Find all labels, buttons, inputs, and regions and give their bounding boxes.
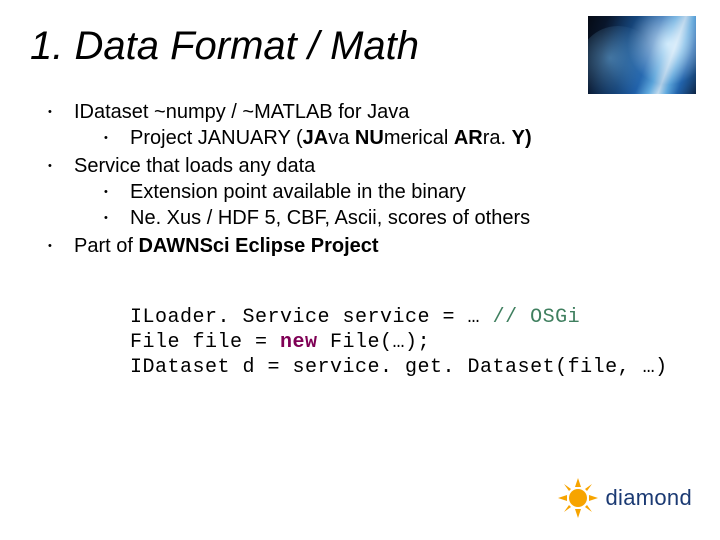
list-item: Service that loads any data Extension po…: [48, 153, 690, 231]
bullet-bold: AR: [454, 127, 483, 149]
slide: 1. Data Format / Math IDataset ~numpy / …: [0, 0, 720, 540]
bullet-list: IDataset ~numpy / ~MATLAB for Java Proje…: [30, 99, 690, 259]
bullet-text: ra.: [483, 127, 512, 149]
bullet-text: Ne. Xus / HDF 5, CBF, Ascii, scores of o…: [130, 207, 530, 229]
bullet-text: merical: [384, 127, 454, 149]
list-item: Ne. Xus / HDF 5, CBF, Ascii, scores of o…: [104, 205, 690, 231]
code-keyword: new: [280, 331, 318, 354]
bullet-text: va: [328, 127, 355, 149]
code-text: File(…);: [318, 331, 431, 354]
bullet-bold: JA: [303, 127, 329, 149]
slide-body: IDataset ~numpy / ~MATLAB for Java Proje…: [30, 99, 690, 380]
code-text: IDataset d = service. get. Dataset(file,…: [130, 356, 668, 379]
logo-text: diamond: [606, 485, 693, 511]
brand-logo: diamond: [558, 478, 693, 518]
bullet-text: Part of: [74, 235, 138, 257]
bullet-bold: NU: [355, 127, 384, 149]
bullet-bold: Y): [512, 127, 532, 149]
code-text: File file =: [130, 331, 280, 354]
bullet-text: Service that loads any data: [74, 155, 315, 177]
bullet-text: Extension point available in the binary: [130, 181, 466, 203]
bullet-text: IDataset ~numpy / ~MATLAB for Java: [74, 101, 409, 123]
list-item: Part of DAWNSci Eclipse Project: [48, 233, 690, 259]
decorative-image: [588, 16, 696, 94]
diamond-logo-icon: [558, 478, 598, 518]
bullet-text: Project JANUARY (: [130, 127, 303, 149]
code-comment: // OSGi: [493, 306, 581, 329]
list-item: IDataset ~numpy / ~MATLAB for Java Proje…: [48, 99, 690, 151]
title-text: Data Format / Math: [74, 24, 419, 68]
bullet-bold: DAWNSci Eclipse Project: [138, 235, 378, 257]
list-item: Project JANUARY (JAva NUmerical ARra. Y): [104, 125, 690, 151]
code-text: ILoader. Service service = …: [130, 306, 493, 329]
list-item: Extension point available in the binary: [104, 179, 690, 205]
title-number: 1.: [30, 24, 63, 68]
code-block: ILoader. Service service = … // OSGi Fil…: [130, 305, 690, 380]
